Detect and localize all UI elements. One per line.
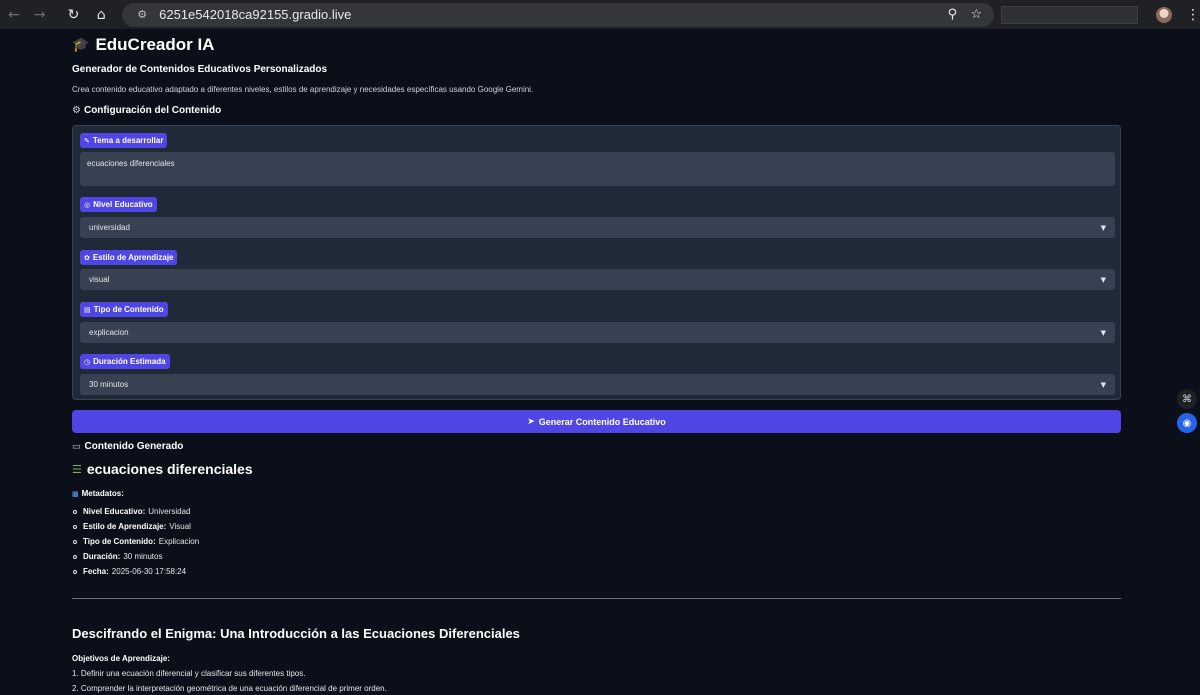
objectives-title: Objetivos de Aprendizaje: <box>72 654 170 663</box>
metadata-item: Estilo de Aprendizaje: Visual <box>72 519 199 534</box>
duration-dropdown[interactable]: 30 minutos ▼ <box>80 374 1115 395</box>
extensions-area[interactable] <box>1001 5 1139 24</box>
duration-label: ◷ Duración Estimada <box>80 354 170 369</box>
metadata-value: Visual <box>169 522 191 531</box>
chevron-down-icon[interactable]: ▼ <box>1101 224 1106 232</box>
forward-arrow-icon[interactable]: → <box>28 3 52 27</box>
bar-chart-icon: ▩ <box>72 489 79 498</box>
type-dropdown-value: explicacion <box>89 328 129 337</box>
metadata-key: Tipo de Contenido: <box>83 537 156 546</box>
topic-label-text: Tema a desarrollar <box>92 136 164 145</box>
gear-icon: ⚙ <box>72 105 81 116</box>
chevron-down-icon[interactable]: ▼ <box>1101 276 1106 284</box>
back-arrow-icon[interactable]: ← <box>2 3 26 27</box>
style-label: ✿ Estilo de Aprendizaje <box>80 250 178 265</box>
brain-icon: ✿ <box>84 253 90 262</box>
metadata-key: Estilo de Aprendizaje: <box>83 522 167 531</box>
reload-icon[interactable]: ↻ <box>62 3 86 27</box>
config-section-title: ⚙ Configuración del Contenido <box>72 105 221 116</box>
type-label: ▤ Tipo de Contenido <box>80 302 168 317</box>
duration-label-text: Duración Estimada <box>93 357 166 366</box>
bookmark-star-icon[interactable]: ☆ <box>964 7 988 22</box>
metadata-value: 2025-06-30 17:58:24 <box>111 567 187 576</box>
duration-dropdown-value: 30 minutos <box>89 380 129 389</box>
profile-avatar[interactable] <box>1156 6 1172 23</box>
style-dropdown-value: visual <box>89 275 110 284</box>
objective-item: 1. Definir una ecuación diferencial y cl… <box>72 669 306 678</box>
chevron-down-icon[interactable]: ▼ <box>1101 381 1106 389</box>
generate-content-button[interactable]: ➤ Generar Contenido Educativo <box>72 410 1121 433</box>
app-subtitle: Generador de Contenidos Educativos Perso… <box>72 64 328 75</box>
metadata-item: Duración: 30 minutos <box>72 549 199 564</box>
horizontal-divider <box>72 598 1121 599</box>
metadata-value: Universidad <box>148 507 191 516</box>
graduation-cap-icon: 🎓 <box>72 37 90 53</box>
chevron-down-icon[interactable]: ▼ <box>1101 329 1106 337</box>
site-settings-icon[interactable]: ⚙ <box>134 7 150 23</box>
metadata-title-text: Metadatos: <box>81 489 124 498</box>
type-label-text: Tipo de Contenido <box>93 305 164 314</box>
style-label-text: Estilo de Aprendizaje <box>92 253 174 262</box>
level-label: ◎ Nivel Educativo <box>80 197 157 212</box>
memo-icon: ✎ <box>84 136 90 145</box>
article-title: Descifrando el Enigma: Una Introducción … <box>72 626 520 641</box>
level-dropdown-value: universidad <box>89 223 130 232</box>
metadata-key: Nivel Educativo: <box>83 507 146 516</box>
metadata-key: Duración: <box>83 552 121 561</box>
objective-item: 2. Comprender la interpretación geométri… <box>72 684 387 693</box>
metadata-item: Tipo de Contenido: Explicacion <box>72 534 199 549</box>
browser-toolbar: ← → ↻ ⌂ ⚙ 6251e542018ca92155.gradio.live… <box>0 0 1200 29</box>
metadata-list: Nivel Educativo: Universidad Estilo de Ap… <box>72 504 199 579</box>
address-bar[interactable]: ⚙ 6251e542018ca92155.gradio.live ⚲ ☆ <box>122 2 995 27</box>
objectives-list: 1. Definir una ecuación diferencial y cl… <box>72 666 387 695</box>
app-title-text: EduCreador IA <box>95 35 215 54</box>
metadata-value: 30 minutos <box>123 552 163 561</box>
app-description: Crea contenido educativo adaptado a dife… <box>72 85 534 94</box>
app-title: 🎓 EduCreador IA <box>72 35 214 55</box>
config-title-text: Configuración del Contenido <box>83 105 222 116</box>
style-dropdown[interactable]: visual ▼ <box>80 269 1115 290</box>
topic-heading: ☰ ecuaciones diferenciales <box>72 461 253 477</box>
clipboard-icon: ▤ <box>84 305 91 314</box>
open-book-icon: ▭ <box>72 441 81 452</box>
metadata-key: Fecha: <box>83 567 109 576</box>
command-icon[interactable]: ⌘ <box>1177 389 1197 409</box>
home-icon[interactable]: ⌂ <box>89 3 113 27</box>
metadata-item: Nivel Educativo: Universidad <box>72 504 199 519</box>
level-label-text: Nivel Educativo <box>93 200 153 209</box>
topic-heading-text: ecuaciones diferenciales <box>86 461 253 477</box>
config-panel: ✎ Tema a desarrollar ecuaciones diferenc… <box>72 125 1121 400</box>
zoom-icon[interactable]: ⚲ <box>940 7 964 22</box>
topic-input[interactable]: ecuaciones diferenciales <box>80 152 1115 186</box>
rocket-icon: ➤ <box>527 416 535 427</box>
assistant-icon[interactable]: ◉ <box>1177 413 1197 433</box>
books-icon: ☰ <box>72 462 82 476</box>
url-text[interactable]: 6251e542018ca92155.gradio.live <box>159 7 940 22</box>
type-dropdown[interactable]: explicacion ▼ <box>80 322 1115 343</box>
metadata-item: Fecha: 2025-06-30 17:58:24 <box>72 564 199 579</box>
browser-menu-icon[interactable]: ⋮ <box>1186 7 1200 23</box>
topic-label: ✎ Tema a desarrollar <box>80 133 168 148</box>
metadata-value: Explicacion <box>158 537 200 546</box>
generated-title-text: Contenido Generado <box>84 441 184 452</box>
metadata-title: ▩ Metadatos: <box>72 489 124 498</box>
generate-button-label: Generar Contenido Educativo <box>538 416 666 427</box>
generated-section-title: ▭ Contenido Generado <box>72 441 183 452</box>
clock-icon: ◷ <box>84 357 91 366</box>
target-icon: ◎ <box>84 200 91 209</box>
level-dropdown[interactable]: universidad ▼ <box>80 217 1115 238</box>
